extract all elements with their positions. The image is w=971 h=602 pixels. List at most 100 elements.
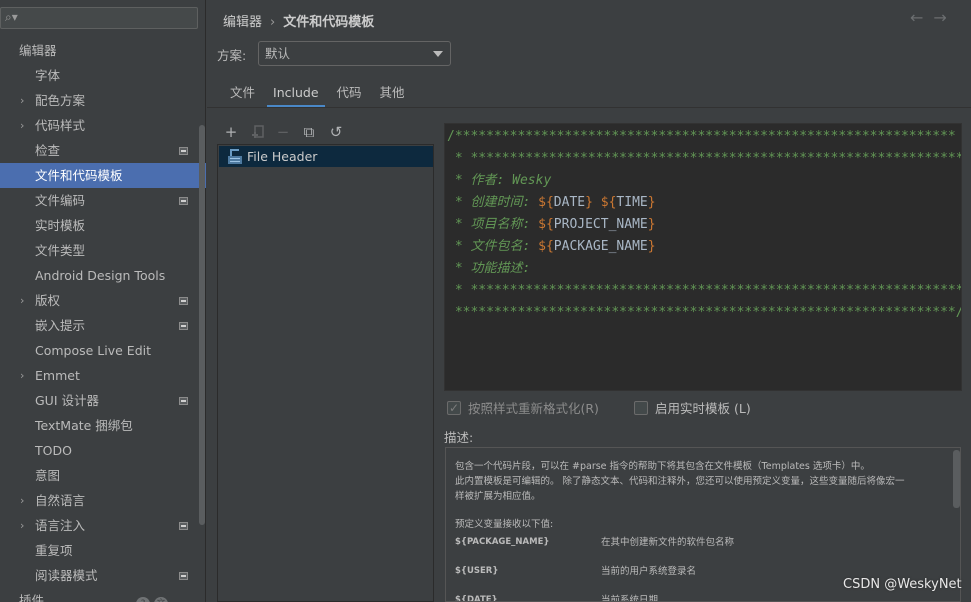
sidebar-item[interactable]: 嵌入提示 — [0, 313, 206, 338]
sidebar-item[interactable]: 文件编码 — [0, 188, 206, 213]
sidebar-item[interactable]: 实时模板 — [0, 213, 206, 238]
scheme-value: 默认 — [265, 46, 291, 61]
sidebar-item[interactable]: › 自然语言 — [0, 488, 206, 513]
sidebar-item[interactable]: Android Design Tools — [0, 263, 206, 288]
sidebar-item-label: 配色方案 — [35, 93, 86, 108]
sidebar-item[interactable]: 意图 — [0, 463, 206, 488]
add-icon[interactable]: + — [221, 121, 241, 143]
reformat-option[interactable]: 按照样式重新格式化(R) — [447, 400, 599, 417]
code-line: * 创建时间: ${DATE} ${TIME} — [447, 195, 656, 210]
tab[interactable]: Include — [267, 80, 325, 108]
project-scope-icon — [179, 522, 188, 530]
chevron-right-icon[interactable]: › — [20, 288, 24, 313]
settings-tree: 编辑器字体 › 配色方案 › 代码样式检查文件和代码模板文件编码 实时模板文件类型 Andr… — [0, 38, 206, 602]
watermark: CSDN @WeskyNet — [843, 577, 962, 592]
sidebar-item-label: 自然语言 — [35, 493, 86, 508]
sidebar-item-label: GUI 设计器 — [35, 393, 99, 408]
sidebar-item-label: Emmet — [35, 368, 80, 383]
chevron-right-icon[interactable]: › — [20, 113, 24, 138]
copy-icon[interactable]: ⧉ — [299, 121, 319, 143]
sidebar-item[interactable]: › 代码样式 — [0, 113, 206, 138]
live-template-checkbox[interactable] — [634, 401, 648, 415]
sidebar-scrollbar[interactable] — [199, 125, 205, 525]
variable-description: 当前系统日期 — [601, 595, 659, 602]
forward-arrow-icon[interactable]: → — [933, 8, 946, 27]
template-tabs: 文件 Include 代码 其他 — [217, 80, 417, 108]
live-template-option[interactable]: 启用实时模板 (L) — [634, 400, 751, 417]
chevron-right-icon[interactable]: › — [20, 88, 24, 113]
breadcrumb-separator: › — [270, 15, 276, 30]
settings-sidebar: ⌕▾ 编辑器字体 › 配色方案 › 代码样式检查文件和代码模板文件编码 实时模板文件类型 A… — [0, 0, 206, 602]
description-paragraph: 包含一个代码片段，可以在 #parse 指令的帮助下将其包含在文件模板（Temp… — [455, 461, 870, 472]
list-item-label: File Header — [247, 149, 318, 164]
sidebar-item-label: TextMate 捆绑包 — [35, 418, 133, 433]
sidebar-item-label: 嵌入提示 — [35, 318, 86, 333]
add-child-icon[interactable] — [249, 121, 269, 143]
reformat-checkbox[interactable] — [447, 400, 461, 417]
settings-search-input[interactable]: ⌕▾ — [0, 7, 198, 29]
tab[interactable]: 代码 — [331, 80, 368, 108]
breadcrumb-current: 文件和代码模板 — [283, 15, 375, 30]
sidebar-item[interactable]: GUI 设计器 — [0, 388, 206, 413]
code-line: * 项目名称: ${PROJECT_NAME} — [447, 217, 656, 232]
variable-description: 当前的用户系统登录名 — [601, 566, 697, 577]
sidebar-item[interactable]: 编辑器 — [0, 38, 206, 63]
template-variable: ${PROJECT_NAME} — [538, 217, 656, 232]
plugin-icons: ?文 — [136, 594, 172, 602]
sidebar-item[interactable]: › Emmet — [0, 363, 206, 388]
sidebar-item[interactable]: 文件类型 — [0, 238, 206, 263]
template-variable: ${DATE} — [538, 195, 593, 210]
template-code-editor[interactable]: /***************************************… — [444, 123, 962, 391]
variable-name: ${DATE} — [455, 595, 498, 602]
chevron-right-icon[interactable]: › — [20, 363, 24, 388]
chevron-down-icon — [433, 51, 443, 57]
remove-icon[interactable]: − — [273, 121, 293, 143]
tab[interactable]: 其他 — [374, 80, 411, 108]
code-line: * **************************************… — [447, 283, 962, 298]
chevron-right-icon[interactable]: › — [20, 488, 24, 513]
sidebar-item-label: 文件和代码模板 — [35, 168, 123, 183]
description-paragraph: 样被扩展为相应值。 — [455, 491, 541, 502]
sidebar-item[interactable]: › 语言注入 — [0, 513, 206, 538]
scheme-dropdown[interactable]: 默认 — [258, 41, 451, 66]
project-scope-icon — [179, 197, 188, 205]
sidebar-item[interactable]: 检查 — [0, 138, 206, 163]
code-line: ****************************************… — [447, 305, 962, 320]
sidebar-item[interactable]: 重复项 — [0, 538, 206, 563]
sidebar-item-label: 阅读器模式 — [35, 568, 98, 583]
variable-row: ${PACKAGE_NAME} 在其中创建新文件的软件包名称 — [455, 535, 960, 561]
breadcrumb-parent[interactable]: 编辑器 — [223, 15, 262, 30]
code-line: * 文件包名: ${PACKAGE_NAME} — [447, 239, 656, 254]
sidebar-item[interactable]: 字体 — [0, 63, 206, 88]
project-scope-icon — [179, 322, 188, 330]
translate-icon[interactable]: 文 — [154, 597, 168, 602]
tab[interactable]: 文件 — [217, 80, 261, 108]
sidebar-item[interactable]: 阅读器模式 — [0, 563, 206, 588]
description-scrollbar[interactable] — [953, 450, 960, 508]
list-item[interactable]: File Header — [219, 146, 433, 167]
template-list: File Header — [217, 144, 434, 602]
search-icon[interactable]: ⌕▾ — [5, 10, 18, 25]
variable-name: ${PACKAGE_NAME} — [455, 537, 550, 547]
sidebar-item-label: 意图 — [35, 468, 61, 483]
reset-icon[interactable]: ↺ — [326, 121, 346, 143]
sidebar-item[interactable]: › 版权 — [0, 288, 206, 313]
variable-name: ${USER} — [455, 566, 499, 576]
scheme-label: 方案: — [217, 48, 247, 63]
sidebar-item-label: 字体 — [35, 68, 61, 83]
sidebar-item[interactable]: TODO — [0, 438, 206, 463]
sidebar-item[interactable]: 文件和代码模板 — [0, 163, 206, 188]
history-nav: ← → — [910, 8, 957, 27]
sidebar-item-label: 文件类型 — [35, 243, 86, 258]
sidebar-item-label: 版权 — [35, 293, 61, 308]
sidebar-item[interactable]: Compose Live Edit — [0, 338, 206, 363]
sidebar-item-label: 重复项 — [35, 543, 73, 558]
help-icon[interactable]: ? — [136, 597, 150, 602]
sidebar-item-label: 检查 — [35, 143, 61, 158]
sidebar-item[interactable]: › 配色方案 — [0, 88, 206, 113]
back-arrow-icon[interactable]: ← — [910, 8, 923, 27]
sidebar-item[interactable]: TextMate 捆绑包 — [0, 413, 206, 438]
sidebar-item[interactable]: 插件 — [0, 588, 206, 602]
sidebar-item-label: 语言注入 — [35, 518, 86, 533]
chevron-right-icon[interactable]: › — [20, 513, 24, 538]
